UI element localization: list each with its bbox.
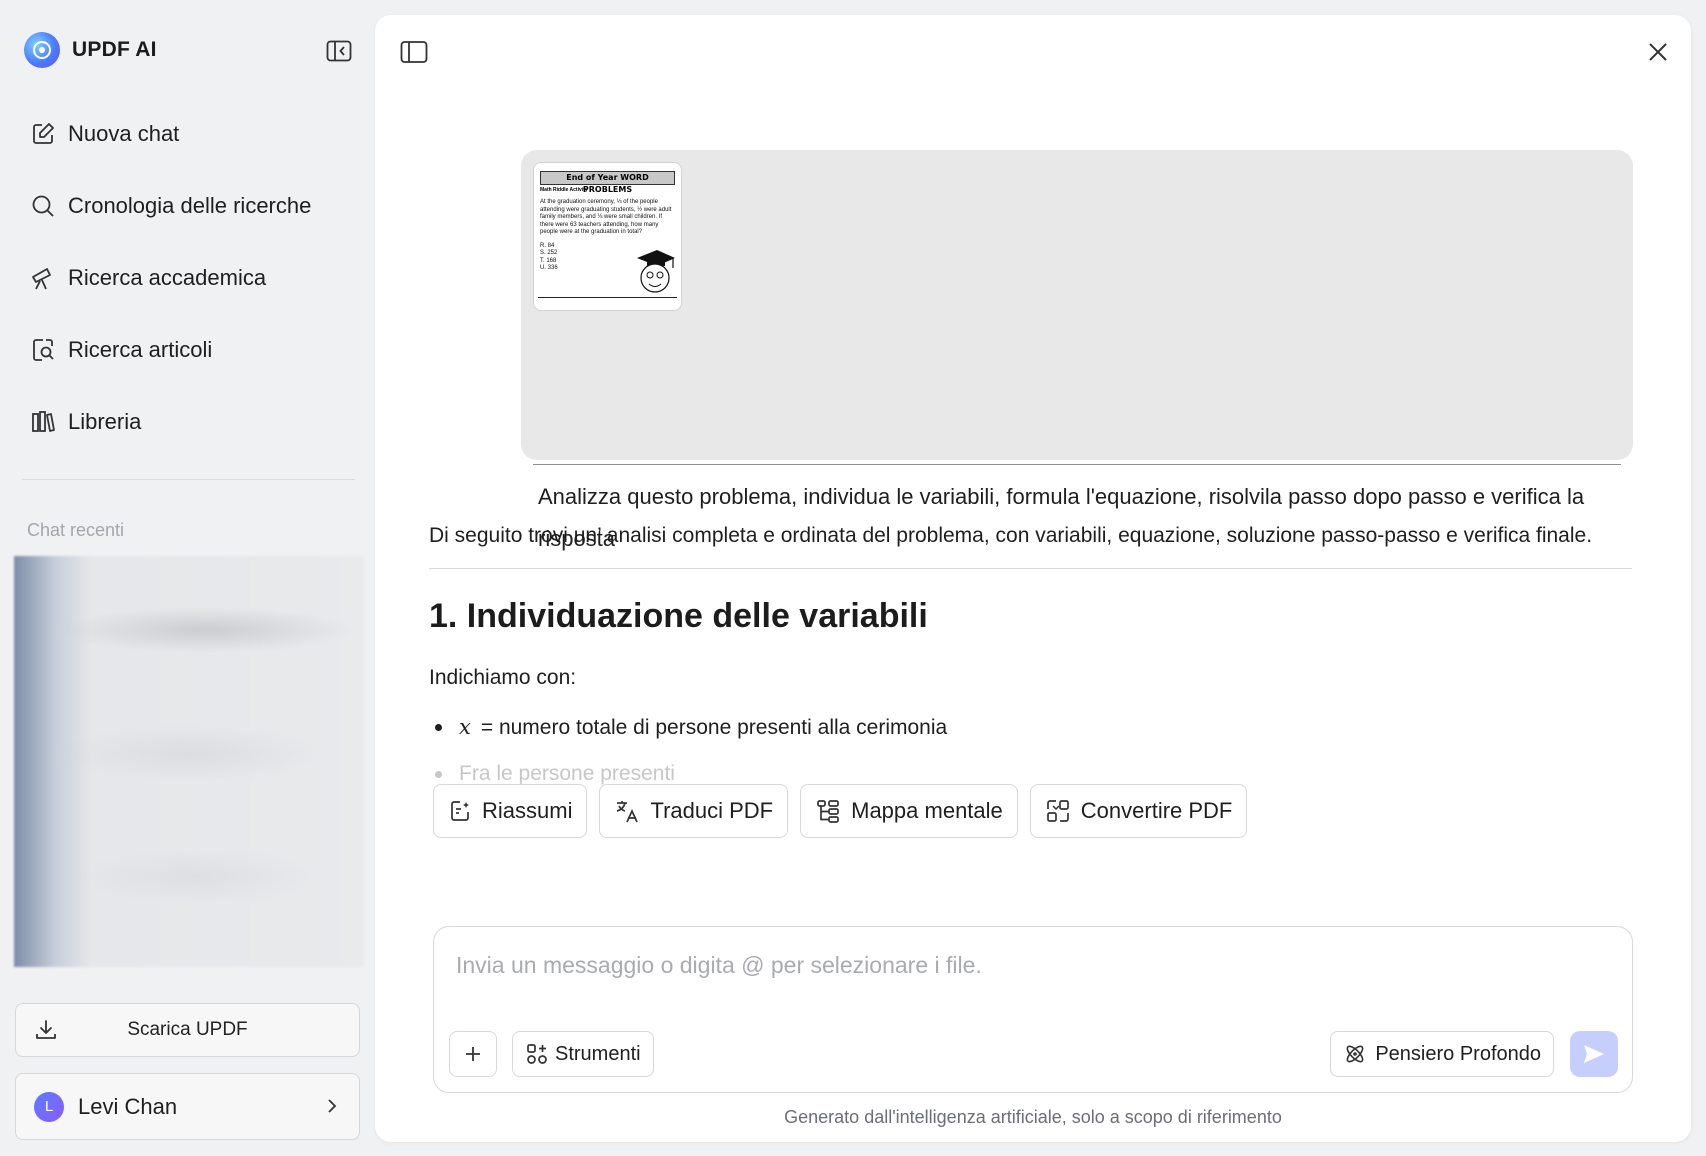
recent-chats-title: Chat recenti (27, 520, 125, 540)
summary-icon (451, 801, 469, 821)
attachment-body: At the graduation ceremony, ⅓ of the peo… (540, 199, 672, 235)
app-title: UPDF AI (72, 38, 157, 61)
sidebar-item-academic-search[interactable]: Ricerca accademica (22, 242, 357, 314)
sidebar-item-search-history[interactable]: Cronologia delle ricerche (22, 170, 357, 242)
user-name: Levi Chan (78, 1093, 178, 1119)
translate-pdf-button[interactable]: Traduci PDF (599, 784, 789, 838)
chevron-right-icon (328, 1099, 337, 1113)
user-profile-button[interactable]: L Levi Chan (15, 1073, 360, 1140)
chat-panel: End of Year WORD PROBLEMS Math Riddle Ac… (375, 15, 1691, 1142)
tools-grid-icon (527, 1044, 547, 1064)
brand: UPDF AI (24, 32, 157, 68)
tools-button[interactable]: Strumenti (512, 1031, 654, 1077)
quick-actions: Riassumi Traduci PDF Mappa mentale Conve… (433, 784, 1248, 838)
math-variable: x (459, 715, 471, 739)
quick-action-label: Riassumi (482, 798, 573, 823)
list-item-text: Fra le persone presenti (459, 762, 675, 785)
download-updf-button[interactable]: Scarica UPDF (15, 1003, 360, 1057)
answer-intro: Di seguito trovi un’ analisi completa e … (429, 524, 1593, 547)
edit-icon (33, 123, 54, 144)
send-icon (1584, 1045, 1604, 1063)
sidebar-item-label: Ricerca articoli (68, 337, 213, 362)
mind-map-button[interactable]: Mappa mentale (800, 784, 1018, 838)
attachment-rule (538, 297, 677, 298)
summarize-button[interactable]: Riassumi (433, 784, 588, 838)
convert-pdf-button[interactable]: Convertire PDF (1029, 784, 1248, 838)
message-input[interactable] (456, 945, 1606, 985)
sidebar-item-label: Ricerca accademica (68, 265, 267, 290)
list-item: x = numero totale di persone presenti all… (429, 710, 1632, 745)
answer-lead: Indichiamo con: (429, 666, 577, 689)
toggle-panel-icon[interactable] (400, 40, 430, 66)
sidebar-item-new-chat[interactable]: Nuova chat (22, 98, 357, 170)
sidebar-item-label: Libreria (68, 409, 142, 434)
library-icon (32, 411, 55, 432)
send-button[interactable] (1570, 1031, 1618, 1077)
sidebar-item-article-search[interactable]: Ricerca articoli (22, 314, 357, 386)
add-attachment-button[interactable] (449, 1031, 497, 1077)
answer-list: x = numero totale di persone presenti all… (429, 710, 1632, 791)
search-icon (32, 195, 54, 217)
download-label: Scarica UPDF (127, 1019, 248, 1040)
translate-icon (617, 801, 639, 823)
assistant-answer: Di seguito trovi un’ analisi completa e … (429, 515, 1632, 803)
message-composer: Strumenti Pensiero Profondo (433, 926, 1633, 1093)
mindmap-icon (817, 800, 839, 823)
updf-logo-icon (24, 32, 60, 68)
sidebar-item-library[interactable]: Libreria (22, 386, 357, 458)
ai-disclaimer: Generato dall'intelligenza artificiale, … (784, 1107, 1282, 1127)
avatar: L (34, 1091, 64, 1122)
sidebar-nav: Nuova chat Cronologia delle ricerche Ric… (22, 98, 357, 458)
atom-icon (1346, 1045, 1364, 1063)
article-search-icon (33, 339, 54, 361)
sidebar-item-label: Nuova chat (68, 121, 180, 146)
download-icon (36, 1020, 56, 1039)
collapse-sidebar-icon[interactable] (325, 38, 353, 64)
message-divider (533, 464, 1621, 465)
recent-chats-list[interactable] (14, 556, 364, 967)
convert-icon (1046, 800, 1069, 822)
deep-thinking-toggle[interactable]: Pensiero Profondo (1330, 1031, 1554, 1077)
user-message: End of Year WORD PROBLEMS Math Riddle Ac… (521, 150, 1633, 551)
deep-thinking-label: Pensiero Profondo (1375, 1042, 1541, 1065)
sidebar: UPDF AI Nuova chat Cronologia delle rice… (0, 0, 375, 1156)
close-icon[interactable] (1643, 37, 1673, 67)
answer-heading: 1. Individuazione delle variabili (429, 597, 928, 635)
quick-action-label: Mappa mentale (851, 798, 1003, 823)
graduate-face-icon (637, 250, 675, 293)
quick-action-label: Traduci PDF (650, 798, 774, 823)
answer-divider (429, 568, 1632, 569)
attachment-title: End of Year WORD PROBLEMS (540, 171, 675, 194)
attachment-thumbnail[interactable]: End of Year WORD PROBLEMS Math Riddle Ac… (533, 162, 682, 311)
tools-label: Strumenti (555, 1042, 641, 1065)
telescope-icon (32, 268, 51, 290)
sidebar-divider (22, 479, 355, 480)
sidebar-item-label: Cronologia delle ricerche (68, 193, 312, 218)
list-item-text: = numero totale di persone presenti alla… (480, 716, 948, 739)
quick-action-label: Convertire PDF (1080, 798, 1233, 823)
plus-icon (466, 1047, 480, 1061)
